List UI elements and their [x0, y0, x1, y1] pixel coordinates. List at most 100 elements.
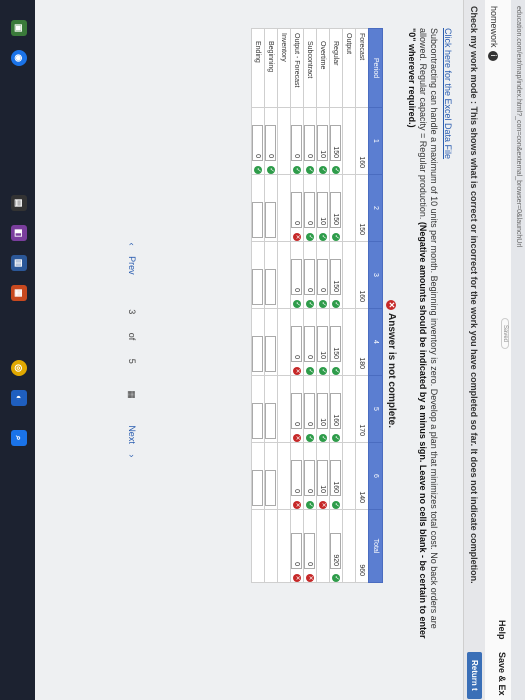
url-bar[interactable]: education.com/ext/map/index.html?_con=co…: [511, 0, 525, 700]
output-forecast-input[interactable]: 0: [291, 125, 303, 161]
total-cell[interactable]: 0✕: [303, 509, 317, 583]
overtime-input[interactable]: 0: [317, 259, 329, 295]
overtime-input[interactable]: 10: [317, 192, 329, 228]
period-4-cell[interactable]: 0✓: [303, 308, 317, 376]
period-1-cell[interactable]: 0✓: [290, 107, 304, 175]
period-6-cell[interactable]: 10 ✕: [316, 442, 330, 510]
subcontract-input[interactable]: 0: [304, 393, 316, 429]
output-forecast-input[interactable]: 0: [291, 326, 303, 362]
ending-input[interactable]: [252, 269, 264, 305]
subcontract-input[interactable]: 0: [304, 460, 316, 496]
period-3-cell[interactable]: 150 ✓: [329, 241, 343, 309]
next-button[interactable]: Next ›: [127, 417, 137, 457]
subcontract-input[interactable]: 0: [304, 326, 316, 362]
subcontract-input[interactable]: 0: [304, 192, 316, 228]
period-6-cell[interactable]: 160 ✓: [329, 442, 343, 510]
regular-input[interactable]: 160: [330, 393, 342, 429]
ending-input[interactable]: [252, 470, 264, 506]
period-2-cell[interactable]: 150 ✓: [329, 174, 343, 242]
period-4-cell[interactable]: 150 ✓: [329, 308, 343, 376]
period-5-cell[interactable]: [251, 375, 265, 443]
ending-input[interactable]: [252, 336, 264, 372]
period-1-cell[interactable]: 10 ✓: [316, 107, 330, 175]
period-4-cell[interactable]: [251, 308, 265, 376]
overtime-input[interactable]: 10: [317, 326, 329, 362]
beginning-input[interactable]: [265, 403, 277, 439]
output-forecast-total-input[interactable]: 0: [291, 533, 303, 569]
word-icon[interactable]: ▥: [11, 255, 27, 271]
period-2-cell[interactable]: [251, 174, 265, 242]
period-4-cell[interactable]: 10 ✓: [316, 308, 330, 376]
grid-icon[interactable]: ▦: [127, 390, 137, 399]
beginning-input[interactable]: [265, 336, 277, 372]
regular-input[interactable]: 160: [330, 460, 342, 496]
period-2-cell[interactable]: 0✓: [303, 174, 317, 242]
beginning-input[interactable]: [265, 269, 277, 305]
period-6-cell[interactable]: [264, 442, 278, 510]
ending-input[interactable]: [252, 202, 264, 238]
empty-cell: [277, 442, 291, 510]
period-1-cell[interactable]: 0✓: [303, 107, 317, 175]
period-4-cell[interactable]: 0✕: [290, 308, 304, 376]
regular-total-input[interactable]: 920: [330, 533, 342, 569]
period-3-cell[interactable]: [251, 241, 265, 309]
period-2-cell[interactable]: 10 ✓: [316, 174, 330, 242]
output-forecast-input[interactable]: 0: [291, 460, 303, 496]
beginning-input[interactable]: [265, 470, 277, 506]
excel-icon[interactable]: ▤: [11, 195, 27, 211]
total-cell[interactable]: 0✕: [290, 509, 304, 583]
period-5-cell[interactable]: 0✕: [290, 375, 304, 443]
subcontract-input[interactable]: 0: [304, 259, 316, 295]
output-forecast-input[interactable]: 0: [291, 192, 303, 228]
period-6-cell[interactable]: 0✓: [303, 442, 317, 510]
period-5-cell[interactable]: 160 ✓: [329, 375, 343, 443]
period-3-cell[interactable]: [264, 241, 278, 309]
period-1-cell[interactable]: 150 ✓: [329, 107, 343, 175]
period-6-cell[interactable]: 0✕: [290, 442, 304, 510]
period-5-cell[interactable]: [264, 375, 278, 443]
ending-input[interactable]: 0: [252, 125, 264, 161]
period-3-cell[interactable]: 0✓: [316, 241, 330, 309]
incorrect-icon: ✕: [293, 367, 301, 375]
overtime-input[interactable]: 10: [317, 460, 329, 496]
period-5-cell[interactable]: 10 ✓: [316, 375, 330, 443]
check-icon: ✓: [319, 367, 327, 375]
subcontract-total-input[interactable]: 0: [304, 533, 316, 569]
output-forecast-input[interactable]: 0: [291, 393, 303, 429]
period-4-cell[interactable]: [264, 308, 278, 376]
period-1-cell[interactable]: 0✓: [251, 107, 265, 175]
period-2-cell[interactable]: [264, 174, 278, 242]
ending-input[interactable]: [252, 403, 264, 439]
chrome-icon[interactable]: ◎: [11, 360, 27, 376]
regular-input[interactable]: 150: [330, 192, 342, 228]
save-exit-link[interactable]: Save & Ex: [497, 652, 507, 696]
overtime-input[interactable]: 10: [317, 125, 329, 161]
regular-input[interactable]: 150: [330, 326, 342, 362]
output-forecast-input[interactable]: 0: [291, 259, 303, 295]
info-icon[interactable]: i: [488, 50, 498, 61]
period-6-cell[interactable]: [251, 442, 265, 510]
regular-input[interactable]: 150: [330, 125, 342, 161]
period-2-cell[interactable]: 0✕: [290, 174, 304, 242]
beginning-input[interactable]: 0: [265, 125, 277, 161]
prev-button[interactable]: ‹ Prev: [127, 243, 137, 283]
period-1-cell[interactable]: 0✓: [264, 107, 278, 175]
help-link[interactable]: Help: [497, 620, 507, 640]
app-icon[interactable]: ▣: [11, 20, 27, 36]
onenote-icon[interactable]: ◧: [11, 225, 27, 241]
value-text: 160: [358, 290, 366, 302]
total-cell[interactable]: 920 ✓: [329, 509, 343, 583]
overtime-input[interactable]: 10: [317, 393, 329, 429]
return-button[interactable]: Return t: [467, 652, 482, 699]
period-5-cell[interactable]: 0✓: [303, 375, 317, 443]
regular-input[interactable]: 150: [330, 259, 342, 295]
subcontract-input[interactable]: 0: [304, 125, 316, 161]
check-icon: ✓: [319, 233, 327, 241]
period-3-cell[interactable]: 0✓: [290, 241, 304, 309]
edge-icon[interactable]: ◐: [11, 390, 27, 406]
powerpoint-icon[interactable]: ▦: [11, 285, 27, 301]
search-icon[interactable]: ⌕: [11, 430, 27, 446]
period-3-cell[interactable]: 0✓: [303, 241, 317, 309]
beginning-input[interactable]: [265, 202, 277, 238]
excel-data-link[interactable]: Click here for the Excel Data File: [443, 28, 453, 159]
